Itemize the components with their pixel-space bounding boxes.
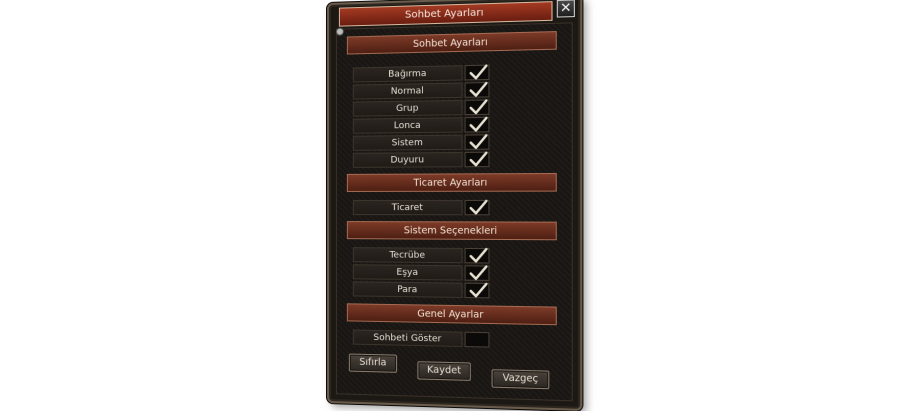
- checkmark-icon: [468, 116, 489, 134]
- option-row-normal: Normal: [352, 81, 548, 100]
- option-label: Para: [352, 281, 463, 298]
- option-label: Bağırma: [352, 65, 463, 83]
- option-row-lonca: Lonca: [352, 116, 548, 134]
- option-checkbox[interactable]: [464, 331, 490, 348]
- option-label: Sistem: [352, 134, 463, 151]
- stage: Sohbet Ayarları ✕ Sohbet Ayarları Bağırm…: [0, 0, 900, 411]
- section-header-trade: Ticaret Ayarları: [346, 172, 557, 192]
- checkmark-icon: [468, 98, 489, 116]
- close-button[interactable]: ✕: [556, 0, 575, 18]
- option-checkbox[interactable]: [464, 282, 490, 300]
- close-icon: ✕: [560, 0, 572, 17]
- checkmark-icon: [468, 64, 489, 82]
- option-label: Normal: [352, 82, 463, 100]
- option-checkbox[interactable]: [464, 81, 490, 99]
- option-label: Duyuru: [352, 151, 463, 168]
- checkmark-icon: [468, 247, 489, 265]
- chat-settings-window: Sohbet Ayarları ✕ Sohbet Ayarları Bağırm…: [327, 0, 583, 411]
- option-checkbox[interactable]: [464, 133, 490, 151]
- checkmark-icon: [468, 199, 489, 216]
- option-label: Eşya: [352, 264, 463, 281]
- option-row-duyuru: Duyuru: [352, 151, 548, 169]
- option-row-sistem: Sistem: [352, 133, 548, 151]
- checkmark-icon: [468, 133, 489, 151]
- checkmark-icon: [468, 81, 489, 99]
- checkmark-icon: [468, 264, 489, 282]
- option-checkbox[interactable]: [464, 199, 490, 216]
- option-label: Ticaret: [352, 199, 463, 216]
- option-checkbox[interactable]: [464, 264, 490, 282]
- option-row-tecrube: Tecrübe: [352, 247, 548, 265]
- save-button[interactable]: Kaydet: [417, 361, 471, 381]
- option-row-esya: Eşya: [352, 264, 548, 282]
- section-header-general: Genel Ayarlar: [346, 303, 557, 326]
- option-checkbox[interactable]: [464, 151, 490, 169]
- option-checkbox[interactable]: [464, 116, 490, 134]
- option-label: Lonca: [352, 117, 463, 134]
- option-checkbox[interactable]: [464, 98, 490, 116]
- option-checkbox[interactable]: [464, 247, 490, 265]
- reset-button[interactable]: Sıfırla: [348, 353, 398, 373]
- option-row-ticaret: Ticaret: [352, 199, 548, 216]
- option-label: Tecrübe: [352, 247, 463, 264]
- option-label: Grup: [352, 99, 463, 117]
- cancel-button[interactable]: Vazgeç: [491, 369, 550, 390]
- option-label: Sohbeti Göster: [352, 329, 463, 347]
- option-checkbox[interactable]: [464, 64, 490, 82]
- section-header-system: Sistem Seçenekleri: [346, 221, 557, 241]
- checkmark-icon: [468, 282, 489, 300]
- option-row-grup: Grup: [352, 98, 548, 117]
- option-row-para: Para: [352, 281, 548, 300]
- checkmark-icon: [468, 151, 489, 169]
